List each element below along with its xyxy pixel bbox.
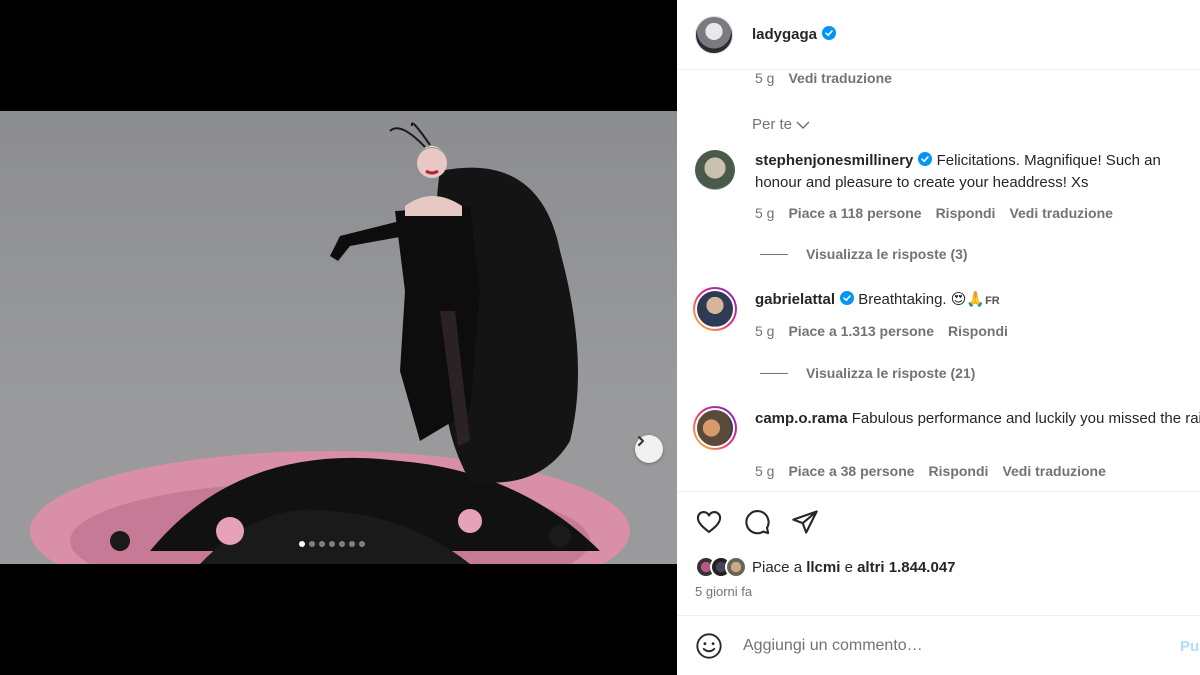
likes-text: Piace a llcmi e altri 1.844.047 [752, 559, 956, 576]
comment-time: 5 g [755, 463, 775, 479]
carousel-dot [359, 541, 365, 547]
likes-summary[interactable]: Piace a llcmi e altri 1.844.047 [695, 556, 956, 578]
view-replies-button[interactable]: Visualizza le risposte (21) [760, 365, 975, 381]
author-avatar[interactable] [695, 15, 733, 54]
post-date: 5 giorni fa [695, 584, 753, 599]
carousel-dot [329, 541, 335, 547]
liker-avatar [725, 556, 747, 578]
post-photo[interactable] [0, 111, 677, 564]
likes-prefix: Piace a [752, 558, 803, 576]
chevron-down-icon [796, 120, 810, 129]
comment-input[interactable] [743, 636, 1163, 655]
post-actions: Piace a llcmi e altri 1.844.047 5 giorni… [677, 491, 1200, 615]
comment-icon[interactable] [743, 508, 771, 536]
chevron-right-icon [638, 436, 644, 446]
replies-divider [760, 372, 788, 374]
carousel-dot [349, 541, 355, 547]
commenter-avatar[interactable] [695, 150, 735, 190]
author-username-text[interactable]: ladygaga [752, 26, 817, 43]
carousel-dots [299, 541, 365, 547]
commenter-avatar[interactable] [693, 406, 737, 450]
photo-illustration [0, 122, 677, 564]
verified-icon [918, 152, 933, 166]
carousel-dot [339, 541, 345, 547]
per-te-label: Per te [752, 116, 793, 133]
commenter-username[interactable]: camp.o.rama [755, 410, 848, 427]
share-icon[interactable] [791, 508, 819, 536]
carousel-dot [299, 541, 305, 547]
likes-middle: e [844, 558, 853, 576]
comment-body: stephenjonesmillinery Felicitations. Mag… [755, 150, 1200, 194]
likes-others[interactable]: altri 1.844.047 [857, 559, 955, 576]
caption-time: 5 g [755, 70, 775, 86]
commenter-avatar[interactable] [693, 287, 737, 331]
reply-button[interactable]: Rispondi [936, 205, 996, 221]
per-te-filter[interactable]: Per te [752, 116, 810, 133]
comment-text: Fabulous performance and luckily you mis… [851, 410, 1200, 427]
author-username[interactable]: ladygaga [752, 26, 837, 43]
commenter-username[interactable]: gabrielattal [755, 291, 835, 308]
action-icons [695, 508, 819, 536]
view-replies-label: Visualizza le risposte (3) [806, 246, 968, 262]
post-side-panel: ladygaga 5 g Vedi traduzione Per te step… [677, 0, 1200, 675]
comment-meta: 5 g Piace a 38 persone Rispondi Vedi tra… [755, 463, 1120, 479]
carousel-dot [309, 541, 315, 547]
reply-button[interactable]: Rispondi [929, 463, 989, 479]
comment-likes[interactable]: Piace a 1.313 persone [788, 323, 934, 339]
comment-time: 5 g [755, 205, 775, 221]
comment-likes[interactable]: Piace a 38 persone [788, 463, 914, 479]
verified-icon [840, 291, 855, 305]
emoji-icon[interactable] [695, 632, 723, 660]
caption-meta: 5 g Vedi traduzione [755, 70, 906, 86]
add-comment-bar: Pubblica [677, 615, 1200, 675]
language-tag: FR [985, 295, 1000, 307]
comment-meta: 5 g Piace a 1.313 persone Rispondi [755, 323, 1022, 339]
comment-meta: 5 g Piace a 118 persone Rispondi Vedi tr… [755, 205, 1127, 221]
view-replies-button[interactable]: Visualizza le risposte (3) [760, 246, 968, 262]
verified-icon [822, 26, 837, 40]
carousel-dot [319, 541, 325, 547]
comment-text: Breathtaking. 😍🙏 [858, 291, 986, 308]
comment-body: camp.o.rama Fabulous performance and luc… [755, 408, 1200, 430]
view-replies-label: Visualizza le risposte (21) [806, 365, 976, 381]
carousel-next-button[interactable] [635, 435, 663, 463]
translate-link[interactable]: Vedi traduzione [1002, 463, 1105, 479]
comment-likes[interactable]: Piace a 118 persone [788, 205, 921, 221]
likes-user[interactable]: llcmi [806, 559, 840, 576]
caption-translate-link[interactable]: Vedi traduzione [788, 70, 891, 86]
comment-time: 5 g [755, 323, 775, 339]
translate-link[interactable]: Vedi traduzione [1009, 205, 1112, 221]
comment-body: gabrielattal Breathtaking. 😍🙏FR [755, 289, 1200, 312]
media-pane [0, 0, 677, 675]
commenter-username[interactable]: stephenjonesmillinery [755, 152, 913, 169]
publish-button[interactable]: Pubblica [1180, 638, 1200, 655]
post-header: ladygaga [677, 0, 1200, 70]
heart-icon[interactable] [695, 508, 723, 536]
replies-divider [760, 253, 788, 255]
reply-button[interactable]: Rispondi [948, 323, 1008, 339]
